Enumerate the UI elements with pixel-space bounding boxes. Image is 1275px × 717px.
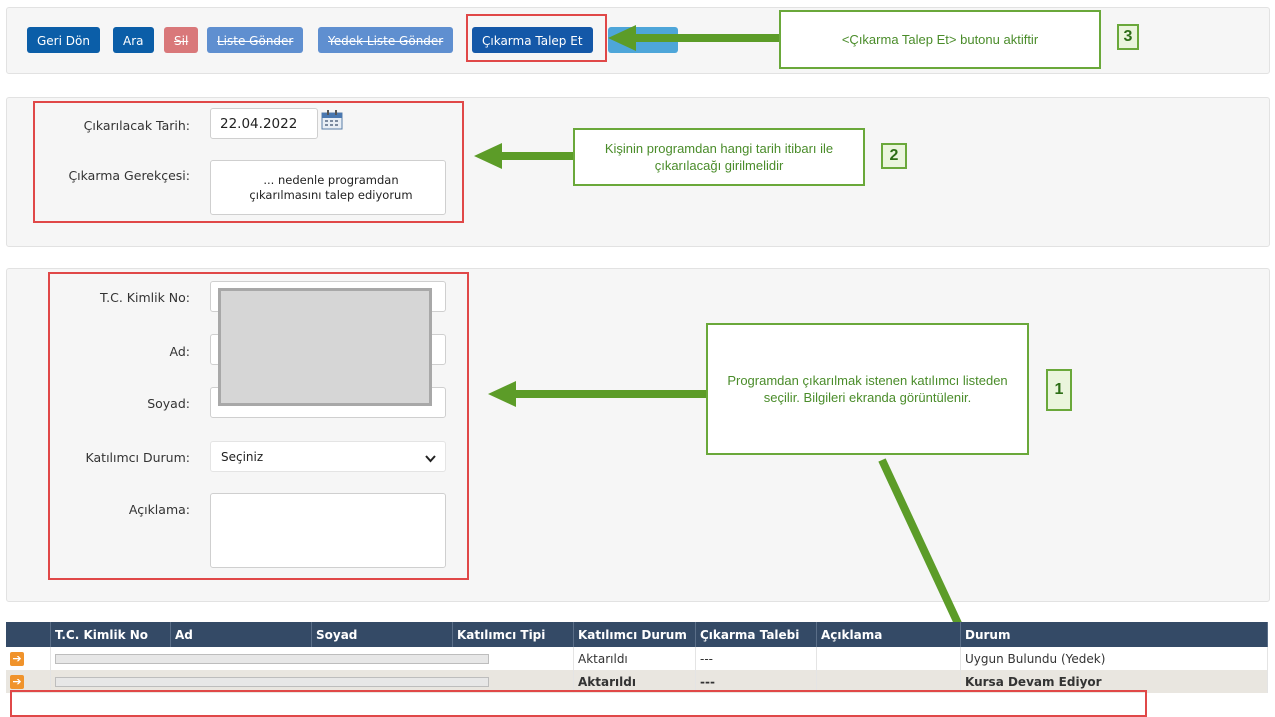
col-status[interactable]: Katılımcı Durum [573, 622, 696, 647]
callout-3: <Çıkarma Talep Et> butonu aktiftir [779, 10, 1101, 69]
callout-number-2: 2 [881, 143, 907, 169]
removal-date-value: 22.04.2022 [220, 116, 298, 132]
name-label: Ad: [169, 344, 190, 359]
masked-cell [50, 647, 574, 670]
note-field[interactable] [210, 493, 446, 568]
arrow-2-shaft [500, 152, 576, 160]
col-name[interactable]: Ad [170, 622, 312, 647]
row-removal: --- [695, 647, 817, 670]
arrow-3-head [608, 25, 636, 51]
col-surname[interactable]: Soyad [311, 622, 453, 647]
row-state: Uygun Bulundu (Yedek) [960, 647, 1268, 670]
removal-date-field[interactable]: 22.04.2022 [210, 108, 318, 139]
mask-bar [55, 676, 489, 687]
chevron-down-icon [425, 452, 436, 467]
note-label: Açıklama: [128, 502, 190, 517]
arrow-1-head [488, 381, 516, 407]
col-removal[interactable]: Çıkarma Talebi [695, 622, 817, 647]
col-tc[interactable]: T.C. Kimlik No [50, 622, 171, 647]
mask-bar [55, 653, 489, 664]
send-list-button[interactable]: Liste Gönder [207, 27, 304, 53]
status-select-value: Seçiniz [221, 450, 264, 464]
callout-1: Programdan çıkarılmak istenen katılımcı … [706, 323, 1029, 455]
calendar-icon[interactable] [321, 110, 343, 130]
col-note[interactable]: Açıklama [816, 622, 961, 647]
callout-2: Kişinin programdan hangi tarih itibarı i… [573, 128, 865, 186]
tc-label: T.C. Kimlik No: [99, 290, 190, 305]
search-button[interactable]: Ara [113, 27, 154, 53]
callout-number-1: 1 [1046, 369, 1072, 411]
col-state[interactable]: Durum [960, 622, 1268, 647]
back-button[interactable]: Geri Dön [27, 27, 100, 53]
arrow-3-shaft [634, 34, 780, 42]
col-action [6, 622, 51, 647]
col-type[interactable]: Katılımcı Tipi [452, 622, 574, 647]
reason-label: Çıkarma Gerekçesi: [68, 168, 190, 183]
arrow-2-head [474, 143, 502, 169]
row-note [816, 647, 961, 670]
removal-reason-field[interactable]: ... nedenle programdan çıkarılmasını tal… [210, 160, 446, 215]
arrow-right-icon[interactable]: ➔ [10, 675, 24, 689]
participant-table: T.C. Kimlik No Ad Soyad Katılımcı Tipi K… [6, 622, 1268, 693]
arrow-right-icon[interactable]: ➔ [10, 652, 24, 666]
row-status: Aktarıldı [573, 647, 696, 670]
privacy-mask [218, 288, 432, 406]
table-row[interactable]: ➔ Aktarıldı --- Uygun Bulundu (Yedek) [6, 647, 1268, 670]
removal-reason-value: ... nedenle programdan çıkarılmasını tal… [249, 173, 413, 202]
highlight-selected-row [10, 690, 1147, 717]
send-backup-list-button[interactable]: Yedek Liste Gönder [318, 27, 454, 53]
arrow-1-shaft [514, 390, 708, 398]
status-select[interactable]: Seçiniz [210, 441, 446, 472]
status-label: Katılımcı Durum: [85, 450, 190, 465]
date-label: Çıkarılacak Tarih: [83, 118, 190, 133]
delete-button[interactable]: Sil [164, 27, 199, 53]
callout-number-3: 3 [1117, 24, 1139, 50]
highlight-request-button [466, 14, 607, 62]
row-action-cell[interactable]: ➔ [6, 647, 51, 670]
surname-label: Soyad: [147, 396, 190, 411]
